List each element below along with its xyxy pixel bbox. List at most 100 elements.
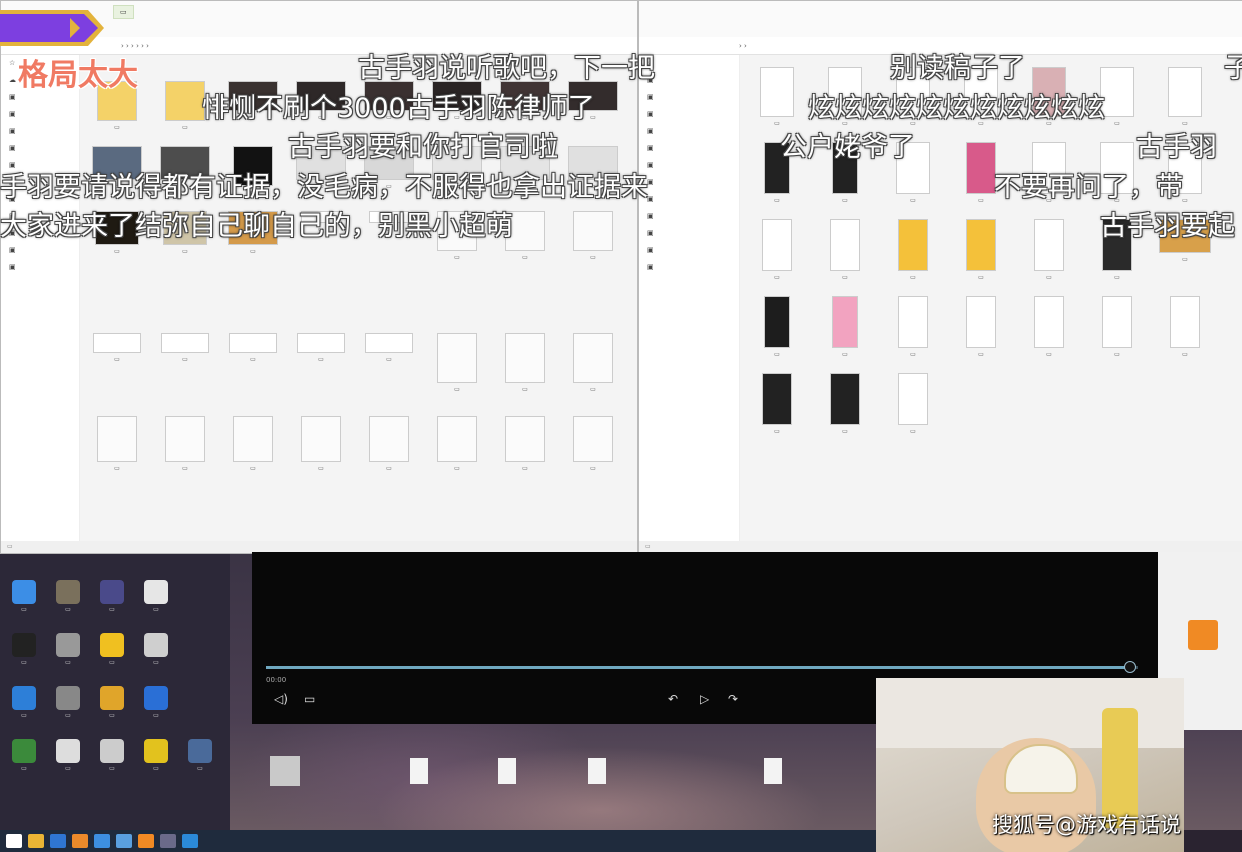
danmaku-comment: 大家进来了结弥自己聊自己的，别黑小超萌 (0, 211, 513, 242)
nav-item[interactable]: ▣ (639, 191, 739, 208)
nav-item[interactable]: ▣ (639, 242, 739, 259)
start-icon[interactable] (6, 834, 22, 848)
desktop-icon[interactable]: ▭ (4, 739, 44, 772)
taskbar-app-icon[interactable] (138, 834, 154, 848)
desktop-icon[interactable] (180, 686, 220, 719)
file-item[interactable]: ▭ (879, 296, 947, 359)
rewind-icon[interactable]: ↶ (668, 692, 678, 706)
file-item[interactable]: ▭ (491, 333, 559, 394)
file-item[interactable]: ▭ (559, 333, 627, 394)
navigation-pane: ☆ ☁ ▣ ▣ ▣ ▣ ▣ ▣ ▣ ▣ ▣ ▣ ▣ (1, 55, 80, 541)
desktop-file-icon[interactable] (498, 758, 516, 784)
nav-item[interactable]: ▣ (1, 123, 79, 140)
file-item[interactable]: ▭ (491, 416, 559, 473)
desktop-icon[interactable] (180, 580, 220, 613)
file-item[interactable]: ▭ (559, 211, 627, 262)
file-item[interactable]: ▭ (355, 333, 423, 394)
file-item[interactable]: ▭ (83, 416, 151, 473)
danmaku-comment: 古手羽说听歌吧，下一把 (358, 53, 655, 84)
file-item[interactable]: ▭ (219, 416, 287, 473)
file-item[interactable]: ▭ (879, 219, 947, 282)
file-item[interactable]: ▭ (83, 333, 151, 394)
file-item[interactable]: ▭ (423, 416, 491, 473)
forward-icon[interactable]: ↷ (728, 692, 738, 706)
room-title: 格局太大 (18, 58, 138, 93)
file-item[interactable]: ▭ (811, 373, 879, 436)
ribbon-tab[interactable]: ▭ (113, 5, 134, 19)
file-item[interactable]: ▭ (1151, 296, 1219, 359)
desktop-icon[interactable]: ▭ (92, 686, 132, 719)
desktop-icon[interactable]: ▭ (48, 686, 88, 719)
nav-item[interactable]: ▣ (639, 174, 739, 191)
nav-item[interactable]: ▣ (1, 242, 79, 259)
desktop-file-icon[interactable] (410, 758, 428, 784)
file-item[interactable]: ▭ (287, 333, 355, 394)
desktop-icon[interactable]: ▭ (48, 633, 88, 666)
file-item[interactable]: ▭ (151, 333, 219, 394)
file-item[interactable]: ▭ (219, 333, 287, 394)
ribbon (639, 1, 1242, 38)
file-item[interactable]: ▭ (287, 416, 355, 473)
nav-item[interactable]: ▣ (1, 106, 79, 123)
file-item[interactable]: ▭ (151, 416, 219, 473)
taskbar-app-icon[interactable] (182, 834, 198, 848)
nav-item[interactable]: ▣ (639, 259, 739, 276)
desktop-icon[interactable]: ▭ (92, 739, 132, 772)
desktop-icon[interactable] (180, 633, 220, 666)
nav-item[interactable]: ▣ (639, 140, 739, 157)
file-item[interactable]: ▭ (811, 296, 879, 359)
desktop-icon[interactable]: ▭ (136, 739, 176, 772)
nav-item[interactable]: ▣ (639, 225, 739, 242)
file-item[interactable]: ▭ (879, 373, 947, 436)
desktop-icon[interactable]: ▭ (92, 633, 132, 666)
subtitle-icon[interactable]: ▭ (304, 692, 315, 706)
file-grid-lower: ▭ ▭ ▭ ▭ ▭ ▭ ▭ ▭ ▭ ▭ ▭ ▭ ▭ ▭ ▭ ▭ (83, 333, 627, 473)
file-item[interactable]: ▭ (947, 296, 1015, 359)
taskbar-app-icon[interactable] (94, 834, 110, 848)
file-item[interactable]: ▭ (423, 333, 491, 394)
file-item[interactable]: ▭ (743, 373, 811, 436)
taskbar-app-icon[interactable] (116, 834, 132, 848)
taskbar-app-icon[interactable] (72, 834, 88, 848)
taskbar-app-icon[interactable] (160, 834, 176, 848)
file-item[interactable]: ▭ (559, 416, 627, 473)
desktop-icon[interactable]: ▭ (180, 739, 220, 772)
desktop-icon[interactable]: ▭ (48, 739, 88, 772)
desktop-icon[interactable]: ▭ (136, 633, 176, 666)
nav-item[interactable]: ▣ (639, 89, 739, 106)
nav-item[interactable]: ▣ (1, 259, 79, 276)
file-item[interactable]: ▭ (743, 67, 811, 128)
desktop-file-icon[interactable] (270, 756, 300, 786)
desktop-icon[interactable]: ▭ (4, 686, 44, 719)
desktop-icon[interactable]: ▭ (4, 633, 44, 666)
file-item[interactable]: ▭ (355, 416, 423, 473)
file-item[interactable]: ▭ (743, 296, 811, 359)
file-item[interactable]: ▭ (1015, 296, 1083, 359)
danmaku-comment: 别读稿子了 (890, 53, 1025, 84)
desktop-icon[interactable]: ▭ (48, 580, 88, 613)
taskbar-app-icon[interactable] (50, 834, 66, 848)
orange-button[interactable] (1188, 620, 1218, 650)
desktop-icon[interactable]: ▭ (136, 686, 176, 719)
file-item[interactable]: ▭ (947, 219, 1015, 282)
nav-item[interactable]: ▣ (639, 106, 739, 123)
danmaku-comment: 悱恻不刷个3000古手羽陈律师了 (202, 93, 595, 124)
nav-item[interactable]: ▣ (639, 123, 739, 140)
desktop-icon[interactable]: ▭ (4, 580, 44, 613)
nav-item[interactable]: ▣ (639, 157, 739, 174)
file-item[interactable]: ▭ (1151, 67, 1219, 128)
play-icon[interactable]: ▷ (700, 692, 709, 706)
desktop-icon[interactable]: ▭ (92, 580, 132, 613)
nav-item[interactable]: ▣ (639, 208, 739, 225)
file-item[interactable]: ▭ (1083, 296, 1151, 359)
desktop-file-icon[interactable] (588, 758, 606, 784)
desktop-file-icon[interactable] (764, 758, 782, 784)
nav-item[interactable]: ▣ (1, 140, 79, 157)
desktop-icon[interactable]: ▭ (136, 580, 176, 613)
file-item[interactable]: ▭ (1015, 219, 1083, 282)
taskbar-app-icon[interactable] (28, 834, 44, 848)
volume-icon[interactable]: ◁) (274, 692, 288, 706)
file-item[interactable]: ▭ (811, 219, 879, 282)
desktop-icon-area: ▭ ▭ ▭ ▭ ▭ ▭ ▭ ▭ ▭ ▭ ▭ ▭ ▭ ▭ ▭ ▭ ▭ (0, 550, 230, 830)
file-item[interactable]: ▭ (743, 219, 811, 282)
